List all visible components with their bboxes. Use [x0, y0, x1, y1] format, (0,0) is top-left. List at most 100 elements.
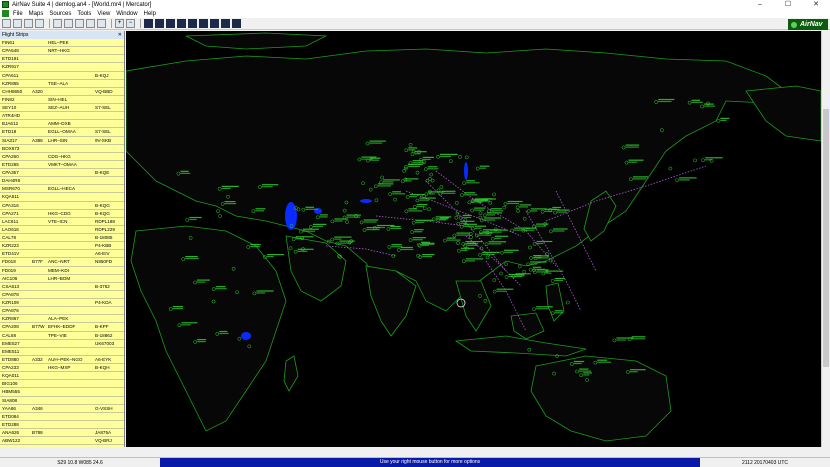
- flight-strip[interactable]: KZR109 P4-KDA: [0, 299, 124, 308]
- flight-strip[interactable]: CPA878: [0, 291, 124, 299]
- world-map-canvas[interactable]: [126, 31, 821, 447]
- panel-icon[interactable]: [199, 19, 208, 28]
- flight-strip[interactable]: ANA626 B788 JA875A: [0, 429, 124, 438]
- open-icon[interactable]: [13, 19, 22, 28]
- flight-strip[interactable]: ETD191: [0, 55, 124, 64]
- flight-strip[interactable]: SIA808: [0, 397, 124, 405]
- close-panel-button[interactable]: ✕: [118, 31, 122, 39]
- flight-strip[interactable]: SIA306 A388 9V-SKC: [0, 445, 124, 447]
- new-icon[interactable]: [2, 19, 11, 28]
- flight-strip[interactable]: CPA271 HKG–CDG B-KQG: [0, 210, 124, 218]
- menu-window[interactable]: Window: [116, 11, 137, 17]
- panel-icon[interactable]: [155, 19, 164, 28]
- panel-icon[interactable]: [166, 19, 175, 28]
- flight-strip[interactable]: ETD18 EGLL–OMAA S7-SEL: [0, 128, 124, 137]
- flight-strip[interactable]: YAA86 A346 G-VSSH: [0, 405, 124, 413]
- flight-strip[interactable]: MSR670 EGLL–HECA: [0, 185, 124, 194]
- save-icon[interactable]: [24, 19, 33, 28]
- panel-icon[interactable]: [232, 19, 241, 28]
- flight-strip[interactable]: SEY10 SEZ–AUH S7-SEL: [0, 104, 124, 113]
- menu-sources[interactable]: Sources: [49, 11, 71, 17]
- globe-icon[interactable]: [64, 19, 73, 28]
- flight-strip[interactable]: CPA233 HKG–MXP B-KQH: [0, 364, 124, 373]
- minimize-button[interactable]: –: [746, 0, 774, 9]
- menu-file[interactable]: File: [13, 11, 23, 17]
- panel-icon[interactable]: [188, 19, 197, 28]
- map-icon[interactable]: [97, 19, 106, 28]
- maximize-button[interactable]: ☐: [774, 0, 802, 9]
- flight-strip[interactable]: CPA548 NRT–HKG: [0, 47, 124, 56]
- panel-icon[interactable]: [221, 19, 230, 28]
- flight-strip[interactable]: LAC611 VTE–ICN RDPL188: [0, 218, 124, 226]
- flight-strip[interactable]: HBM555: [0, 388, 124, 397]
- radar-map[interactable]: [126, 31, 821, 447]
- minus-icon[interactable]: −: [126, 19, 135, 28]
- flight-strip[interactable]: CAL68 TPE–VIE B-18862: [0, 332, 124, 340]
- target-label-block: [376, 226, 385, 229]
- flight-strip[interactable]: KQA011: [0, 372, 124, 381]
- flight-strip[interactable]: KZR223 P4-KBB: [0, 242, 124, 251]
- panel-icon[interactable]: [210, 19, 219, 28]
- flight-strip[interactable]: CPA316 B-KQG: [0, 202, 124, 210]
- flight-strip[interactable]: KZR867 ALA–PEK: [0, 315, 124, 324]
- monitor-icon[interactable]: [144, 19, 153, 28]
- strip-callsign: KZR109: [2, 300, 19, 305]
- vertical-scrollbar[interactable]: [821, 31, 830, 447]
- flight-strip[interactable]: ETD265 VMKT–OMAA: [0, 161, 124, 169]
- scrollbar-thumb[interactable]: [823, 109, 829, 367]
- flight-strip[interactable]: DAH4R6: [0, 177, 124, 186]
- flight-strip[interactable]: ETD084: [0, 413, 124, 421]
- flight-strip[interactable]: BIG106: [0, 380, 124, 389]
- flight-strips-panel: Flight Strips ✕ FIN61 HEL–PEK CPA548 NRT–HK…: [0, 31, 125, 447]
- flight-strip[interactable]: ATR4HD: [0, 112, 124, 121]
- strip-aircraft-type: B788: [32, 430, 43, 435]
- flight-strip[interactable]: CPA611 B-KQJ: [0, 72, 124, 80]
- flight-strip[interactable]: KZR855 TSE–ALA: [0, 80, 124, 88]
- flight-strip[interactable]: EME511: [0, 348, 124, 356]
- close-button[interactable]: ✕: [802, 0, 830, 9]
- target-label-block: [312, 223, 327, 225]
- flight-strip[interactable]: FD019 MEM–KDI: [0, 267, 124, 275]
- flight-strip[interactable]: KZR917: [0, 63, 124, 72]
- flight-strip[interactable]: BOX673: [0, 145, 124, 153]
- target-label-block: [705, 157, 723, 159]
- strip-aircraft-type: A320: [32, 88, 43, 94]
- plus-icon[interactable]: +: [115, 19, 124, 28]
- flight-strip[interactable]: BJA612 AMM–DXB: [0, 120, 124, 129]
- target-label-block: [456, 232, 470, 234]
- menu-tools[interactable]: Tools: [77, 11, 91, 17]
- target-label-block: [363, 221, 377, 223]
- menu-view[interactable]: View: [97, 11, 110, 17]
- layers-icon[interactable]: [86, 19, 95, 28]
- flight-strip[interactable]: CPA260 CDG–HKG: [0, 153, 124, 161]
- flight-strip[interactable]: KQA511: [0, 193, 124, 202]
- target-label-block: [302, 228, 319, 230]
- flight-strip[interactable]: ETD880 A332 AUH–PEK–NGO A6-EYK: [0, 356, 124, 364]
- flight-strip[interactable]: SIA317 A388 LHR–SIN 9V-SKB: [0, 137, 124, 145]
- horizontal-scrollbar[interactable]: [126, 447, 821, 457]
- globe-icon[interactable]: [53, 19, 62, 28]
- flight-strip[interactable]: CPA357 B-KQE: [0, 169, 124, 178]
- flight-strip[interactable]: CPA876: [0, 307, 124, 316]
- print-icon[interactable]: [35, 19, 44, 28]
- flight-strip[interactable]: CHH8650 A320 VQ-BBD: [0, 88, 124, 96]
- globe-icon[interactable]: [75, 19, 84, 28]
- flight-strip[interactable]: EME527 UK67003: [0, 340, 124, 348]
- flight-strip[interactable]: CPA208 B77W EFHK–EDDF B-KPF: [0, 323, 124, 332]
- menu-maps[interactable]: Maps: [29, 11, 44, 17]
- flight-strip[interactable]: CAL78 B-18085: [0, 234, 124, 243]
- flight-strip[interactable]: AIC106 LHR–BOM: [0, 275, 124, 283]
- target-label-block: [334, 220, 343, 222]
- flight-strip[interactable]: ETD288: [0, 421, 124, 429]
- radar-target: [499, 271, 503, 276]
- target-label-block: [486, 212, 502, 214]
- flight-strip[interactable]: FIN61 HEL–PEK: [0, 39, 124, 48]
- flight-strip[interactable]: ABW122 VQ-BRJ: [0, 437, 124, 446]
- menu-help[interactable]: Help: [144, 11, 156, 17]
- flight-strip[interactable]: LAO616 RDPL229: [0, 226, 124, 234]
- flight-strip[interactable]: CSA613 B-3762: [0, 283, 124, 291]
- flight-strip[interactable]: FD018 B77F ANC–NRT N850FD: [0, 258, 124, 267]
- panel-icon[interactable]: [177, 19, 186, 28]
- flight-strip[interactable]: FIN82 SIN–HEL: [0, 96, 124, 104]
- flight-strip[interactable]: ETD41V A6-EIV: [0, 250, 124, 259]
